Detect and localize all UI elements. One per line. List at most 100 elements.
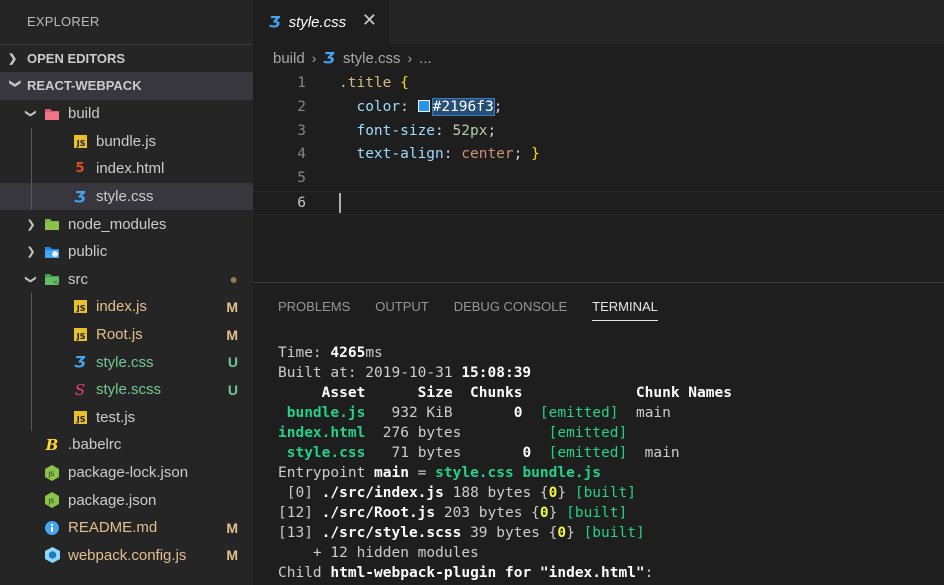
folder-node-icon (44, 216, 60, 232)
tab-terminal[interactable]: TERMINAL (592, 283, 658, 331)
terminal-line: Time: 4265ms (278, 345, 383, 361)
css-file-icon: Ʒ (74, 353, 86, 372)
css-property: color (356, 98, 401, 115)
chevron-right-icon: ❯ (8, 52, 18, 65)
css-selector: .title (339, 75, 392, 91)
open-brace: { (400, 75, 409, 91)
code-line: 4 text-align: center; } (253, 143, 944, 167)
indent-guide (31, 182, 32, 211)
git-status-badge: U (227, 381, 238, 398)
terminal-line: bundle.js 932 KiB 0 [emitted] main (278, 405, 671, 421)
breadcrumb: build › Ʒ style.css › ... (253, 44, 944, 72)
indent-guide (31, 127, 32, 156)
terminal-line: [12] ./src/Root.js 203 bytes {0} [built] (278, 505, 628, 521)
terminal-output[interactable]: Time: 4265ms Built at: 2019-10-31 15:08:… (253, 331, 944, 583)
tree-item-label: README.md (68, 519, 158, 537)
folder-src-icon: </> (44, 271, 60, 287)
git-status-badge: M (226, 298, 238, 315)
breadcrumb-folder[interactable]: build (273, 50, 305, 67)
breadcrumb-file[interactable]: style.css (343, 50, 401, 67)
line-number: 6 (297, 194, 306, 211)
git-status-badge: M (226, 519, 238, 536)
explorer-sidebar: EXPLORER ❯ OPEN EDITORS ❯ REACT-WEBPACK … (0, 0, 253, 585)
tab-style-css[interactable]: Ʒ style.css ✕ (253, 0, 389, 44)
chevron-right-icon: ❯ (26, 246, 36, 259)
tree-item-label: index.html (96, 160, 165, 178)
tree-item[interactable]: README.md M (0, 514, 253, 542)
color-swatch[interactable] (417, 99, 430, 112)
tree-item[interactable]: B .babelrc (0, 431, 253, 459)
chevron-right-icon: ❯ (26, 218, 36, 231)
tree-item[interactable]: JS bundle.js (0, 127, 253, 156)
tree-item[interactable]: JS index.js M (0, 293, 253, 321)
git-status-badge: M (226, 326, 238, 343)
breadcrumb-tail[interactable]: ... (419, 50, 432, 67)
code-line: 1 .title { (253, 72, 944, 96)
tree-item[interactable]: Ʒstyle.css (0, 182, 253, 211)
tree-item[interactable]: JS test.js (0, 403, 253, 432)
nodejs-file-icon: JS (44, 492, 60, 509)
tree-item-label: .babelrc (68, 436, 122, 454)
js-file-icon: JS (72, 409, 88, 425)
tree-item-label: build (68, 105, 100, 123)
webpack-file-icon (44, 547, 60, 564)
tree-item[interactable]: ❯ node_modules (0, 210, 253, 238)
close-icon[interactable]: ✕ (362, 10, 377, 31)
line-number: 1 (297, 75, 306, 91)
terminal-line: Entrypoint main = style.css bundle.js (278, 465, 602, 481)
indent-guide (31, 403, 32, 432)
babel-file-icon: B (45, 435, 59, 454)
tree-item[interactable]: JS package.json (0, 486, 253, 514)
tree-item[interactable]: ❯ public (0, 238, 253, 266)
open-editors-section[interactable]: ❯ OPEN EDITORS (0, 44, 253, 72)
css-file-icon: Ʒ (74, 187, 86, 206)
tree-item-label: public (68, 243, 108, 261)
project-label: REACT-WEBPACK (27, 78, 142, 93)
tree-item[interactable]: webpack.config.js M (0, 542, 253, 570)
indent-guide (31, 155, 32, 183)
css-file-icon: Ʒ (323, 49, 335, 67)
tree-item[interactable]: JS package-lock.json (0, 459, 253, 487)
terminal-line: Built at: 2019-10-31 15:08:39 (278, 365, 532, 381)
tree-item[interactable]: Sstyle.scss U (0, 375, 253, 404)
tree-item-label: package.json (68, 491, 157, 509)
tab-output[interactable]: OUTPUT (375, 283, 428, 331)
terminal-line: index.html 276 bytes [emitted] (278, 425, 628, 441)
tree-item-label: style.css (96, 353, 154, 371)
terminal-line: [0] ./src/index.js 188 bytes {0} [built] (278, 485, 636, 501)
tab-problems[interactable]: PROBLEMS (278, 283, 350, 331)
text-cursor (339, 192, 341, 213)
tree-item[interactable]: 5 index.html (0, 155, 253, 183)
terminal-line: style.css 71 bytes 0 [emitted] main (278, 445, 680, 461)
code-line: 5 (253, 167, 944, 191)
css-property: font-size (356, 122, 436, 139)
tab-debug-console[interactable]: DEBUG CONSOLE (454, 283, 567, 331)
tree-item[interactable]: ❯ </> src ● (0, 266, 253, 294)
terminal-line: Child html-webpack-plugin for "index.htm… (278, 565, 654, 581)
folder-build-icon (44, 106, 60, 122)
editor-tab-bar: Ʒ style.css ✕ (253, 0, 944, 44)
code-line: 3 font-size: 52px; (253, 120, 944, 144)
js-file-icon: JS (72, 133, 88, 149)
tab-label: style.css (288, 13, 347, 31)
git-status-badge: ● (229, 271, 238, 288)
svg-text:JS: JS (48, 498, 55, 505)
file-tree: ❯ build JS bundle.js 5 index.html Ʒstyle.css ❯ n… (0, 100, 253, 569)
chevron-down-icon: ❯ (9, 79, 21, 89)
chevron-down-icon: ❯ (24, 274, 37, 284)
scss-file-icon: S (74, 380, 86, 399)
tree-item[interactable]: Ʒstyle.css U (0, 348, 253, 376)
tree-item-label: node_modules (68, 215, 167, 233)
js-file-icon: JS (72, 327, 88, 343)
tree-item[interactable]: ❯ build (0, 100, 253, 128)
tree-item[interactable]: JS Root.js M (0, 320, 253, 349)
info-file-icon (44, 520, 60, 536)
indent-guide (31, 320, 32, 349)
tree-item-label: style.css (96, 188, 154, 206)
code-editor[interactable]: 1 .title { 2 color: #2196f3; 3 font-size… (253, 72, 944, 215)
project-section[interactable]: ❯ REACT-WEBPACK (0, 72, 253, 100)
line-number: 4 (297, 146, 306, 163)
chevron-right-icon: › (407, 50, 413, 66)
svg-text:JS: JS (48, 471, 55, 478)
tree-item-label: webpack.config.js (68, 546, 187, 564)
